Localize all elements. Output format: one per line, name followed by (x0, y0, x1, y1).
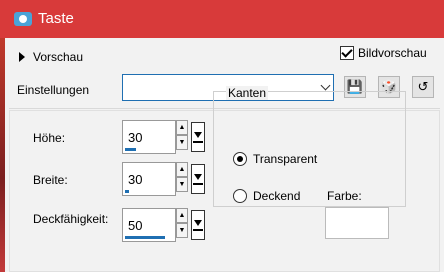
triangle-up-icon[interactable]: ▲ (176, 162, 188, 177)
opaque-label: Deckend (253, 189, 301, 203)
height-value: 30 (128, 130, 143, 145)
image-preview-label: Bildvorschau (358, 46, 427, 60)
width-spinner[interactable]: ▲ ▼ (176, 162, 190, 196)
height-input[interactable]: 30 (122, 120, 176, 154)
triangle-down-icon[interactable]: ▼ (176, 135, 188, 150)
height-label: Höhe: (33, 131, 66, 145)
width-value: 30 (128, 172, 143, 187)
transparent-label: Transparent (253, 152, 318, 166)
triangle-down-icon[interactable]: ▼ (176, 223, 188, 238)
edges-group-title: Kanten (226, 86, 269, 100)
triangle-right-icon (19, 52, 25, 62)
checkbox-checked-icon[interactable] (340, 46, 354, 60)
opacity-value: 50 (128, 218, 143, 233)
height-spinner[interactable]: ▲ ▼ (176, 120, 190, 154)
color-swatch[interactable] (325, 207, 389, 239)
camera-icon (14, 12, 32, 26)
preview-label: Vorschau (33, 50, 84, 64)
title-bar: Taste (0, 0, 444, 38)
width-slider-fill (125, 190, 129, 193)
opacity-spinner[interactable]: ▲ ▼ (176, 208, 190, 242)
width-dropdown-button[interactable] (191, 164, 205, 194)
reset-button[interactable]: ↺ (412, 76, 434, 98)
opacity-label: Deckfähigkeit: (33, 212, 109, 226)
opacity-dropdown-button[interactable] (191, 210, 205, 240)
width-input[interactable]: 30 (122, 162, 176, 196)
preview-toggle[interactable]: Vorschau (19, 48, 83, 66)
height-slider-fill (125, 148, 136, 151)
settings-label: Einstellungen (17, 83, 90, 97)
radio-transparent[interactable] (233, 152, 247, 166)
width-label: Breite: (33, 173, 68, 187)
reset-icon: ↺ (417, 79, 429, 94)
radio-opaque[interactable] (233, 189, 247, 203)
triangle-down-icon[interactable]: ▼ (176, 177, 188, 192)
opacity-slider-fill (125, 236, 165, 239)
image-preview-checkbox[interactable]: Bildvorschau (340, 46, 427, 60)
opacity-input[interactable]: 50 (122, 208, 176, 242)
window-title: Taste (38, 10, 74, 27)
triangle-up-icon[interactable]: ▲ (176, 120, 188, 135)
height-dropdown-button[interactable] (191, 122, 205, 152)
triangle-up-icon[interactable]: ▲ (176, 208, 188, 223)
color-label: Farbe: (327, 189, 362, 203)
